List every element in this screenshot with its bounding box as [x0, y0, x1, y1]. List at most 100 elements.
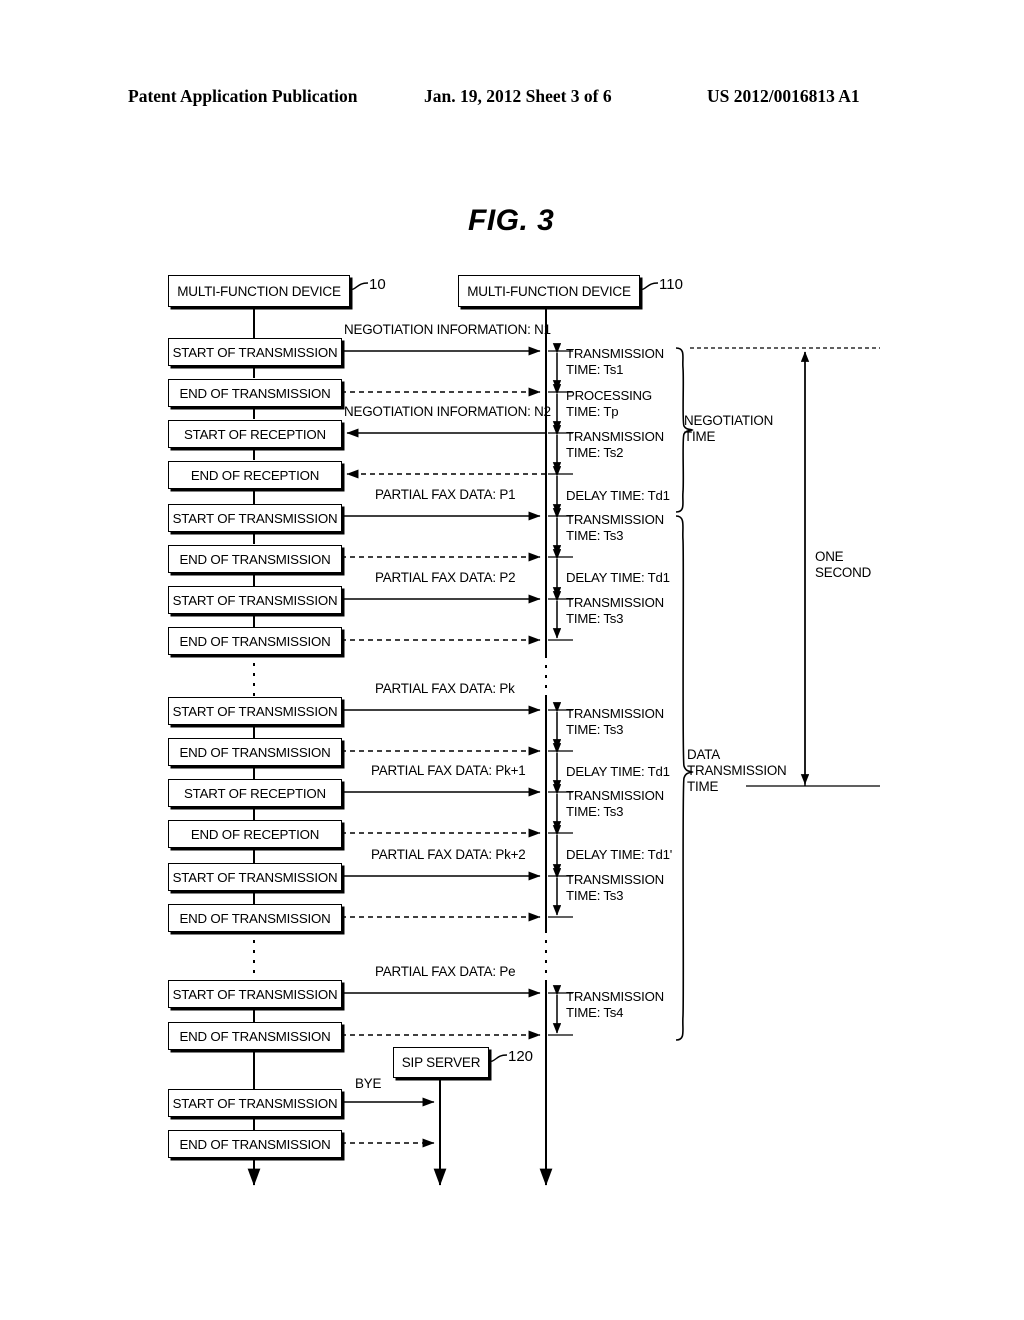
- timing-line-1: TRANSMISSION: [566, 512, 664, 527]
- step-box-start-of-transmission-4: START OF TRANSMISSION: [168, 697, 342, 725]
- ref-number-10: 10: [369, 276, 386, 293]
- timing-line-1: TRANSMISSION: [566, 788, 664, 803]
- timing-label-ts4: TRANSMISSION TIME: Ts4: [566, 989, 664, 1020]
- timing-line-1: TRANSMISSION: [566, 872, 664, 887]
- span-line-1: ONE: [815, 549, 844, 564]
- figure-line-layer: [247, 282, 880, 1186]
- timing-label-ts3-a: TRANSMISSION TIME: Ts3: [566, 512, 664, 543]
- step-label: START OF TRANSMISSION: [172, 986, 338, 1002]
- bracket-label-data-transmission-time: DATA TRANSMISSION TIME: [687, 747, 787, 795]
- actor-label: MULTI-FUNCTION DEVICE: [177, 283, 341, 299]
- step-box-end-of-transmission-4: END OF TRANSMISSION: [168, 738, 342, 766]
- timing-label-ts2: TRANSMISSION TIME: Ts2: [566, 429, 664, 460]
- timing-line-1: DELAY TIME: Td1: [566, 570, 670, 585]
- step-box-start-of-transmission-7: START OF TRANSMISSION: [168, 1089, 342, 1117]
- timing-line-1: DELAY TIME: Td1': [566, 847, 673, 862]
- step-box-start-of-transmission-3: START OF TRANSMISSION: [168, 586, 342, 614]
- timing-line-2: TIME: Ts3: [566, 721, 624, 737]
- timing-line-2: TIME: Tp: [566, 403, 619, 419]
- actor-box-sip-server: SIP SERVER: [393, 1047, 489, 1078]
- message-label-p1: PARTIAL FAX DATA: P1: [375, 487, 516, 502]
- timing-label-ts3-b: TRANSMISSION TIME: Ts3: [566, 595, 664, 626]
- step-label: START OF TRANSMISSION: [172, 510, 338, 526]
- step-box-start-of-reception-2: START OF RECEPTION: [168, 779, 342, 807]
- ref-number-120: 120: [508, 1048, 534, 1065]
- step-box-start-of-transmission-6: START OF TRANSMISSION: [168, 980, 342, 1008]
- message-label-n1: NEGOTIATION INFORMATION: N1: [344, 322, 551, 337]
- step-label: START OF TRANSMISSION: [172, 1095, 338, 1111]
- timing-line-1: TRANSMISSION: [566, 595, 664, 610]
- message-label-n2: NEGOTIATION INFORMATION: N2: [344, 404, 551, 419]
- bracket-line-2: TIME: [684, 429, 716, 444]
- step-label: END OF TRANSMISSION: [179, 1028, 331, 1044]
- bracket-line-1: NEGOTIATION: [684, 413, 774, 428]
- timing-line-2: TIME: Ts3: [566, 887, 624, 903]
- step-box-end-of-transmission-3: END OF TRANSMISSION: [168, 627, 342, 655]
- timing-line-2: TIME: Ts3: [566, 610, 624, 626]
- step-box-end-of-transmission-7: END OF TRANSMISSION: [168, 1130, 342, 1158]
- ref-number-110: 110: [659, 276, 683, 293]
- timing-line-2: TIME: Ts1: [566, 361, 624, 377]
- step-label: END OF RECEPTION: [190, 826, 320, 842]
- step-box-start-of-transmission-5: START OF TRANSMISSION: [168, 863, 342, 891]
- step-label: END OF TRANSMISSION: [179, 633, 331, 649]
- step-label: END OF TRANSMISSION: [179, 910, 331, 926]
- step-box-end-of-reception-1: END OF RECEPTION: [168, 461, 342, 489]
- step-box-start-of-transmission-2: START OF TRANSMISSION: [168, 504, 342, 532]
- timing-line-1: TRANSMISSION: [566, 346, 664, 361]
- timing-label-ts3-e: TRANSMISSION TIME: Ts3: [566, 872, 664, 903]
- step-box-end-of-transmission-6: END OF TRANSMISSION: [168, 1022, 342, 1050]
- actor-label: MULTI-FUNCTION DEVICE: [467, 283, 631, 299]
- actor-box-device-10: MULTI-FUNCTION DEVICE: [168, 275, 350, 307]
- message-label-pk1: PARTIAL FAX DATA: Pk+1: [371, 763, 526, 778]
- timing-line-2: TIME: Ts4: [566, 1004, 624, 1020]
- timing-line-2: TIME: Ts2: [566, 444, 624, 460]
- step-box-end-of-transmission-5: END OF TRANSMISSION: [168, 904, 342, 932]
- timing-line-2: TIME: Ts3: [566, 527, 624, 543]
- step-label: START OF TRANSMISSION: [172, 592, 338, 608]
- message-label-pk2: PARTIAL FAX DATA: Pk+2: [371, 847, 526, 862]
- span-label-one-second: ONE SECOND: [815, 549, 871, 581]
- timing-line-1: PROCESSING: [566, 388, 652, 403]
- timing-line-2: TIME: Ts3: [566, 803, 624, 819]
- actor-box-device-110: MULTI-FUNCTION DEVICE: [458, 275, 640, 307]
- timing-label-td1-b: DELAY TIME: Td1: [566, 570, 670, 586]
- step-label: START OF TRANSMISSION: [172, 703, 338, 719]
- step-label: START OF TRANSMISSION: [172, 869, 338, 885]
- step-box-start-of-reception-1: START OF RECEPTION: [168, 420, 342, 448]
- timing-label-td1-a: DELAY TIME: Td1: [566, 488, 670, 504]
- actor-label: SIP SERVER: [401, 1055, 481, 1070]
- message-label-pk: PARTIAL FAX DATA: Pk: [375, 681, 515, 696]
- timing-line-1: TRANSMISSION: [566, 706, 664, 721]
- step-box-end-of-transmission-1: END OF TRANSMISSION: [168, 379, 342, 407]
- timing-label-ts3-c: TRANSMISSION TIME: Ts3: [566, 706, 664, 737]
- timing-line-1: TRANSMISSION: [566, 429, 664, 444]
- bracket-label-negotiation-time: NEGOTIATION TIME: [684, 413, 773, 445]
- step-label: START OF RECEPTION: [184, 426, 326, 442]
- bracket-line-3: TIME: [687, 779, 719, 794]
- patent-figure-sheet: Patent Application Publication Jan. 19, …: [0, 0, 1024, 1320]
- timing-label-tp: PROCESSING TIME: Tp: [566, 388, 652, 419]
- bracket-line-2: TRANSMISSION: [687, 763, 787, 778]
- timing-label-ts3-d: TRANSMISSION TIME: Ts3: [566, 788, 664, 819]
- timing-label-td1prime: DELAY TIME: Td1': [566, 847, 672, 863]
- step-label: END OF TRANSMISSION: [179, 385, 331, 401]
- step-box-end-of-reception-2: END OF RECEPTION: [168, 820, 342, 848]
- timing-line-1: TRANSMISSION: [566, 989, 664, 1004]
- timing-label-td1-c: DELAY TIME: Td1: [566, 764, 670, 780]
- step-label: START OF TRANSMISSION: [172, 344, 338, 360]
- step-label: END OF TRANSMISSION: [179, 1136, 331, 1152]
- bracket-line-1: DATA: [687, 747, 720, 762]
- message-label-bye: BYE: [355, 1076, 382, 1091]
- timing-label-ts1: TRANSMISSION TIME: Ts1: [566, 346, 664, 377]
- step-label: END OF TRANSMISSION: [179, 551, 331, 567]
- message-label-p2: PARTIAL FAX DATA: P2: [375, 570, 516, 585]
- message-label-pe: PARTIAL FAX DATA: Pe: [375, 964, 516, 979]
- timing-line-1: DELAY TIME: Td1: [566, 764, 670, 779]
- step-label: END OF TRANSMISSION: [179, 744, 331, 760]
- step-label: START OF RECEPTION: [184, 785, 326, 801]
- span-line-2: SECOND: [815, 565, 872, 580]
- step-label: END OF RECEPTION: [190, 467, 320, 483]
- step-box-end-of-transmission-2: END OF TRANSMISSION: [168, 545, 342, 573]
- timing-line-1: DELAY TIME: Td1: [566, 488, 670, 503]
